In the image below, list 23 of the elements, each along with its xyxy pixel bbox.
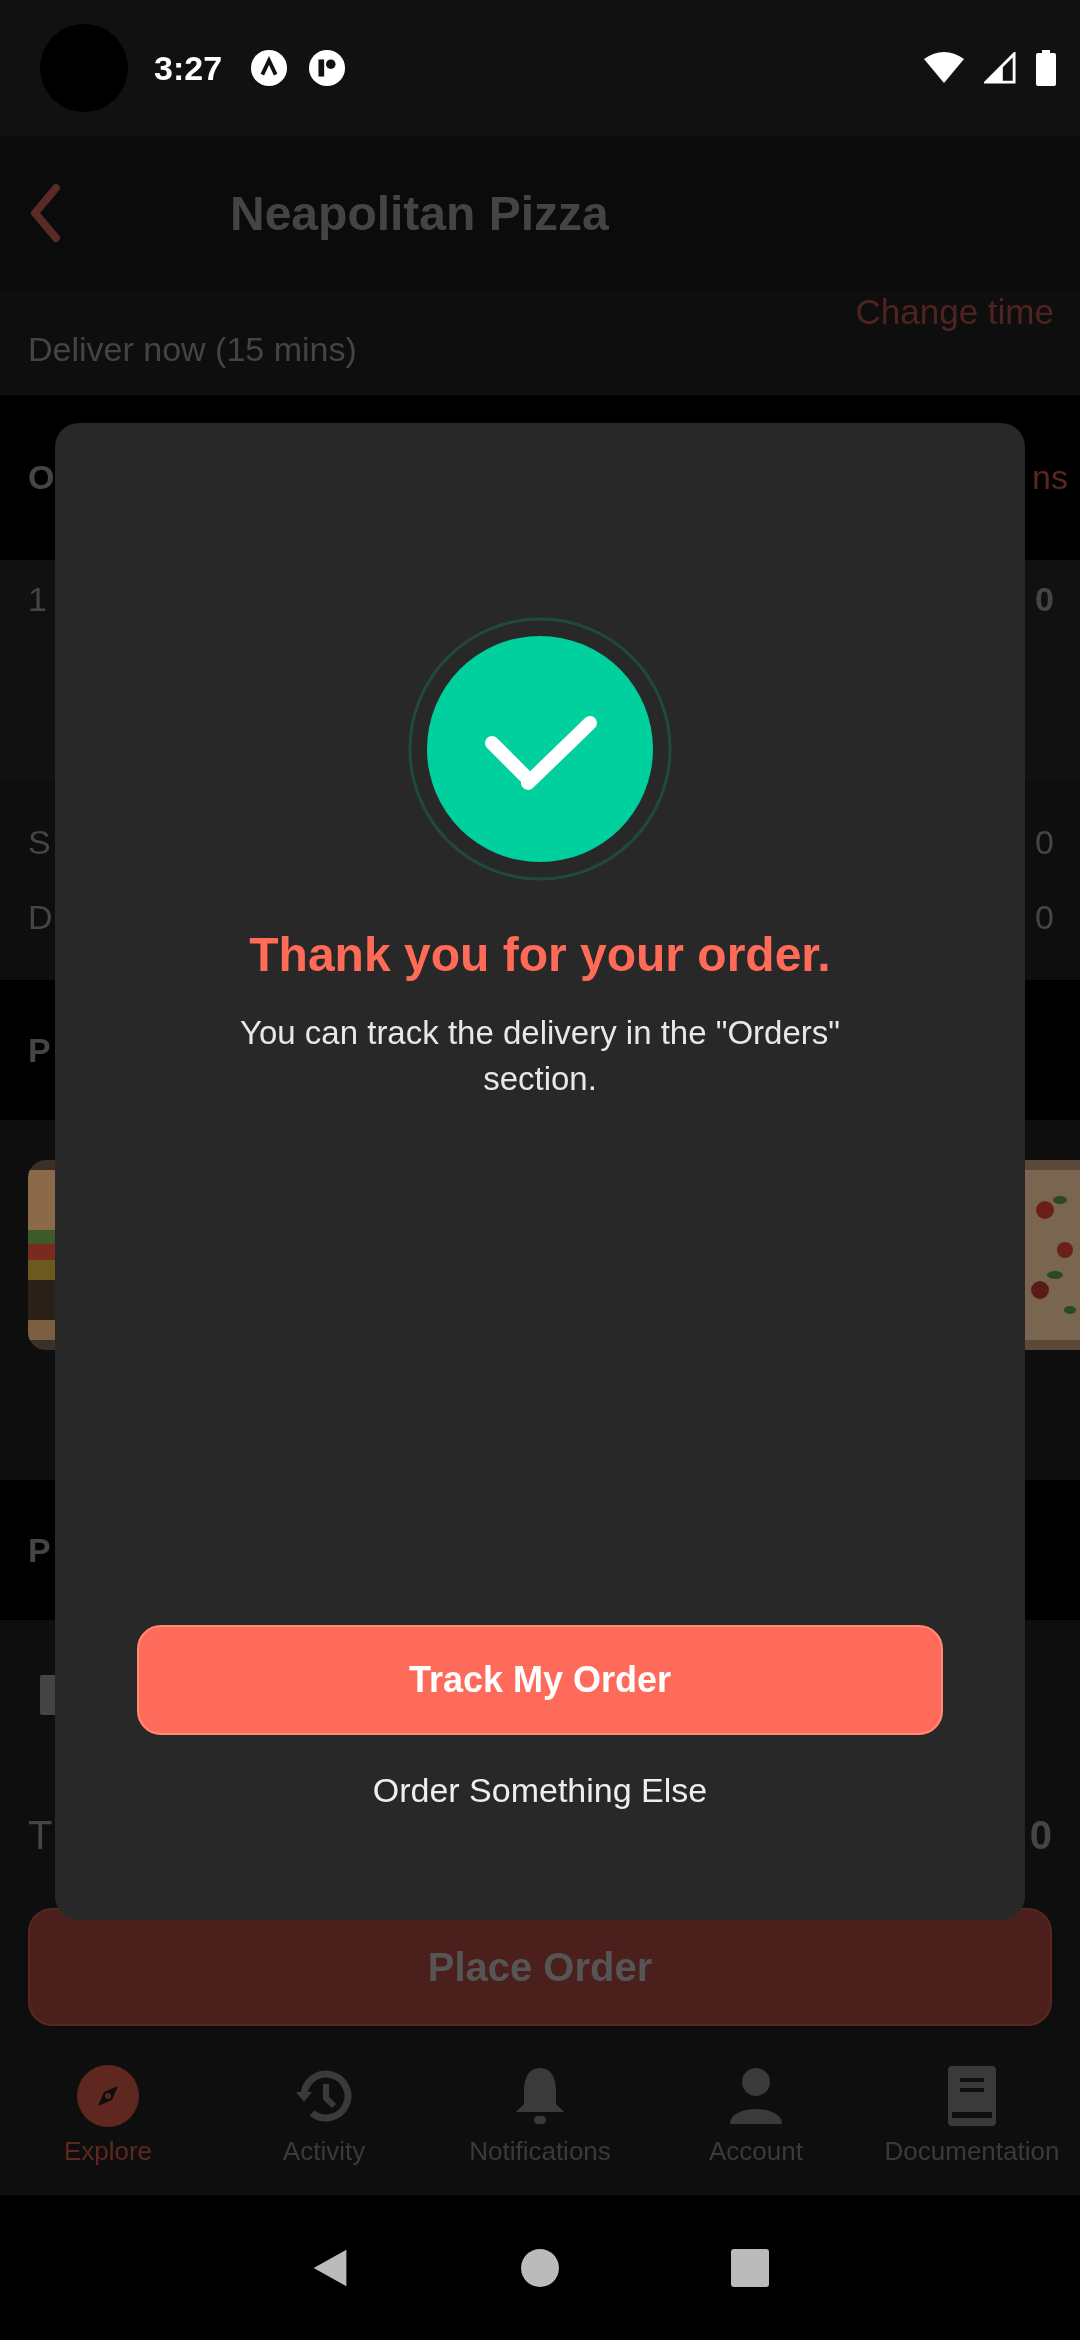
app-notification-icon <box>250 49 289 87</box>
change-time-link[interactable]: Change time <box>855 292 1054 395</box>
nav-tab[interactable]: Explore <box>0 2040 216 2195</box>
home-nav-icon[interactable] <box>520 2247 560 2288</box>
success-check-icon <box>408 617 672 881</box>
section-heading: P <box>28 1030 51 1070</box>
dialog-title: Thank you for your order. <box>249 927 831 982</box>
battery-icon <box>1036 50 1056 86</box>
section-heading: P <box>28 1530 51 1570</box>
section-link[interactable]: ns <box>1032 458 1068 497</box>
signal-icon <box>984 52 1016 84</box>
track-order-button[interactable]: Track My Order <box>137 1625 943 1735</box>
app-notification-icon <box>308 49 347 87</box>
wifi-icon <box>924 51 964 85</box>
place-order-button[interactable]: Place Order <box>28 1908 1052 2026</box>
overview-nav-icon[interactable] <box>730 2247 770 2288</box>
compass-icon <box>76 2064 140 2128</box>
order-something-else-button[interactable]: Order Something Else <box>352 1761 728 1820</box>
page-title: Neapolitan Pizza <box>230 185 609 241</box>
card-icon <box>40 1675 56 1715</box>
dialog-message: You can track the delivery in the "Orders" section. <box>239 1013 841 1099</box>
status-time: 3:27 <box>154 48 223 88</box>
section-heading: O <box>28 458 55 497</box>
